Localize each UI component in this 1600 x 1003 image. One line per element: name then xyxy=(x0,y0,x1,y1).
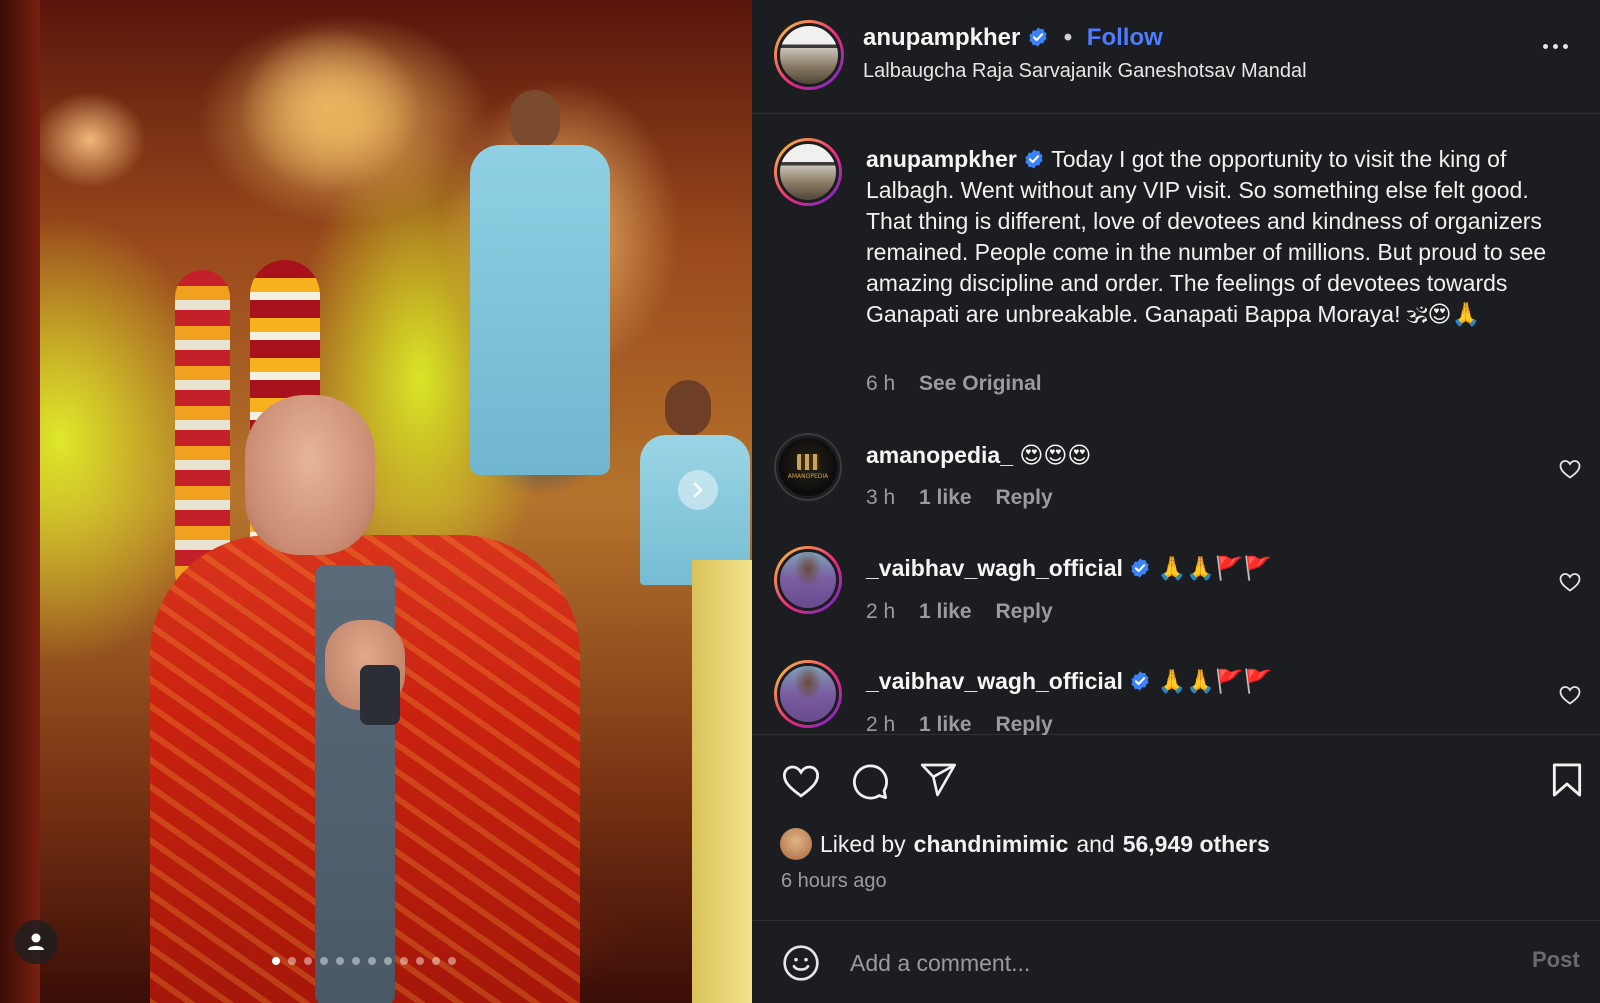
comment-2: _vaibhav_wagh_official 🙏🙏🚩🚩 xyxy=(866,555,1272,582)
post-header xyxy=(752,0,1600,114)
heart-icon[interactable] xyxy=(780,760,822,802)
post-comment-button[interactable]: Post xyxy=(1532,947,1580,973)
comment-3-meta: 2 h 1 like Reply xyxy=(866,713,1071,735)
verified-icon xyxy=(1029,27,1047,47)
follow-button[interactable]: Follow xyxy=(1087,24,1163,51)
separator-dot: • xyxy=(1063,24,1073,51)
reply-button[interactable]: Reply xyxy=(995,600,1052,623)
chevron-right-icon xyxy=(693,482,703,498)
carousel-dot xyxy=(432,957,440,965)
verified-icon xyxy=(1131,558,1149,578)
comment-time[interactable]: 3 h xyxy=(866,486,895,509)
carousel-dot xyxy=(352,957,360,965)
header-user-line: anupampkher • Follow xyxy=(863,24,1163,52)
caption-text: Today I got the opportunity to visit the… xyxy=(866,146,1547,327)
like-comment-heart-icon[interactable] xyxy=(1558,570,1582,594)
carousel-dot xyxy=(304,957,312,965)
comment-input[interactable] xyxy=(850,945,1470,981)
comment-time[interactable]: 2 h xyxy=(866,600,895,623)
carousel-dot xyxy=(272,957,280,965)
carousel-dot xyxy=(288,957,296,965)
comment-time[interactable]: 2 h xyxy=(866,713,895,735)
comment-icon[interactable] xyxy=(848,760,890,802)
liker-username[interactable]: chandnimimic xyxy=(914,831,1069,858)
author-avatar[interactable] xyxy=(774,20,844,90)
location-link[interactable]: Lalbaugcha Raja Sarvajanik Ganeshotsav M… xyxy=(863,60,1307,83)
comment-username[interactable]: _vaibhav_wagh_official xyxy=(866,555,1123,581)
caption-time[interactable]: 6 h xyxy=(866,372,895,395)
likes-count[interactable]: 56,949 others xyxy=(1123,831,1270,858)
carousel-indicator xyxy=(272,957,456,965)
like-comment-heart-icon[interactable] xyxy=(1558,457,1582,481)
emoji-icon[interactable] xyxy=(781,943,821,983)
carousel-dot xyxy=(336,957,344,965)
comment-username[interactable]: _vaibhav_wagh_official xyxy=(866,668,1123,694)
comment-text: 🙏🙏🚩🚩 xyxy=(1157,669,1273,695)
post-timestamp[interactable]: 6 hours ago xyxy=(781,870,887,893)
reply-button[interactable]: Reply xyxy=(995,713,1052,735)
comment-avatar[interactable] xyxy=(774,546,842,614)
carousel-dot xyxy=(368,957,376,965)
comment-1: amanopedia_ 😍😍😍 xyxy=(866,442,1091,469)
post-image[interactable] xyxy=(0,0,752,1003)
comment-avatar[interactable]: AMANOPEDIA xyxy=(774,433,842,501)
comment-likes[interactable]: 1 like xyxy=(919,600,972,623)
reply-button[interactable]: Reply xyxy=(995,486,1052,509)
curtain-left xyxy=(0,0,40,1003)
comment-avatar[interactable] xyxy=(774,660,842,728)
likes-joiner: and xyxy=(1076,830,1115,857)
more-options-button[interactable] xyxy=(1543,44,1568,49)
comment-2-meta: 2 h 1 like Reply xyxy=(866,600,1071,624)
caption-username[interactable]: anupampkher xyxy=(866,146,1017,172)
man-in-red-shawl xyxy=(150,395,580,1003)
carousel-dot xyxy=(384,957,392,965)
yellow-cloth xyxy=(692,560,752,1003)
caption-avatar[interactable] xyxy=(774,138,842,206)
carousel-dot xyxy=(416,957,424,965)
likes-prefix: Liked by xyxy=(820,830,906,857)
next-slide-button[interactable] xyxy=(678,470,718,510)
verified-icon xyxy=(1025,149,1043,169)
more-icon xyxy=(1543,44,1548,49)
author-username[interactable]: anupampkher xyxy=(863,24,1020,51)
comment-1-meta: 3 h 1 like Reply xyxy=(866,486,1071,510)
share-icon[interactable] xyxy=(918,760,958,800)
see-original-link[interactable]: See Original xyxy=(919,372,1042,395)
user-tag-icon xyxy=(28,933,44,950)
bookmark-icon[interactable] xyxy=(1548,760,1586,800)
tagged-users-button[interactable] xyxy=(14,920,58,964)
like-comment-heart-icon[interactable] xyxy=(1558,683,1582,707)
comment-likes[interactable]: 1 like xyxy=(919,486,972,509)
comment-text: 🙏🙏🚩🚩 xyxy=(1157,556,1273,582)
comment-username[interactable]: amanopedia_ xyxy=(866,442,1013,468)
comment-3: _vaibhav_wagh_official 🙏🙏🚩🚩 xyxy=(866,668,1272,695)
carousel-dot xyxy=(400,957,408,965)
avatar-logo-text: AMANOPEDIA xyxy=(787,473,829,480)
caption-meta: 6 h See Original xyxy=(866,372,1060,396)
post-caption: anupampkher Today I got the opportunity … xyxy=(866,144,1566,330)
likes-summary: Liked by chandnimimic and 56,949 others xyxy=(780,828,1270,860)
post-view: anupampkher • Follow Lalbaugcha Raja Sar… xyxy=(0,0,1600,1003)
carousel-dot xyxy=(320,957,328,965)
comment-likes[interactable]: 1 like xyxy=(919,713,972,735)
liker-avatar[interactable] xyxy=(780,828,812,860)
verified-icon xyxy=(1131,671,1149,691)
comment-text: 😍😍😍 xyxy=(1019,443,1092,469)
carousel-dot xyxy=(448,957,456,965)
